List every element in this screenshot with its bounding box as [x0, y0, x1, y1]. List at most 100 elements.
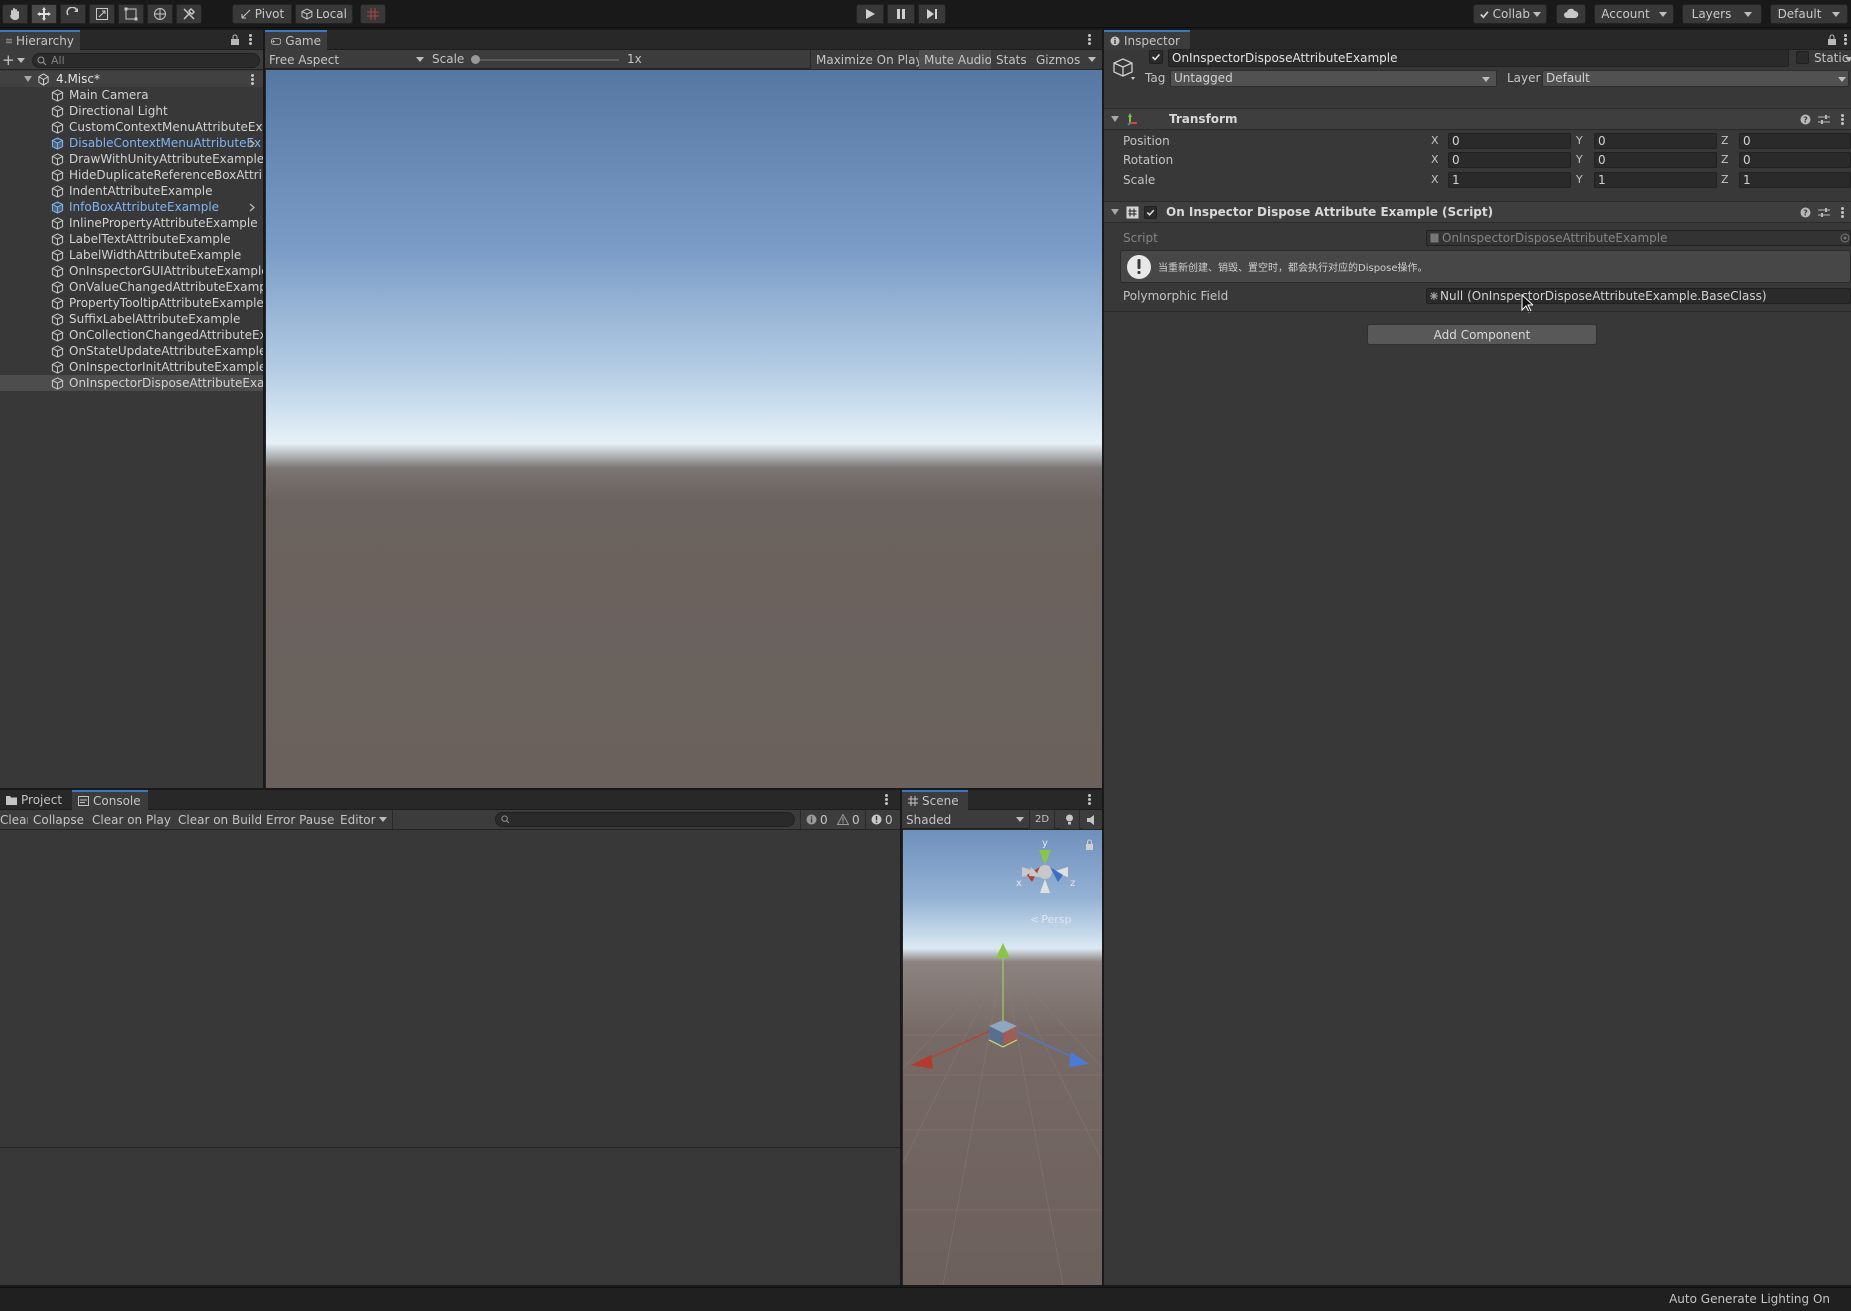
- pivot-toggle[interactable]: Pivot: [232, 4, 292, 24]
- gizmos-dropdown[interactable]: Gizmos: [1031, 50, 1102, 69]
- scale-slider-thumb[interactable]: [471, 55, 480, 64]
- grid-snap-button[interactable]: [360, 4, 386, 24]
- console-log-list[interactable]: [0, 830, 900, 1136]
- more-icon[interactable]: [885, 794, 889, 806]
- mute-audio-toggle[interactable]: Mute Audio: [919, 50, 998, 69]
- clear-on-play-toggle[interactable]: Clear on Play: [87, 810, 177, 829]
- console-search-input[interactable]: [495, 812, 795, 827]
- object-picker-icon[interactable]: [1840, 233, 1850, 243]
- scene-orientation-gizmo[interactable]: y x z: [1015, 834, 1099, 904]
- axis-y-label[interactable]: Y: [1576, 173, 1583, 186]
- preset-icon[interactable]: [1818, 207, 1830, 218]
- editor-dropdown[interactable]: Editor: [335, 810, 393, 829]
- projection-toggle[interactable]: < Persp: [1030, 913, 1071, 926]
- pause-button[interactable]: [887, 4, 915, 24]
- tab-console[interactable]: Console: [72, 790, 148, 810]
- hierarchy-item[interactable]: CustomContextMenuAttributeExam: [0, 119, 263, 135]
- hierarchy-item[interactable]: OnValueChangedAttributeExample: [0, 279, 263, 295]
- tag-dropdown[interactable]: Untagged: [1170, 70, 1497, 87]
- preset-icon[interactable]: [1818, 114, 1830, 125]
- scene-viewport[interactable]: y x z < Persp: [903, 830, 1102, 1285]
- step-button[interactable]: [918, 4, 946, 24]
- hierarchy-item[interactable]: OnStateUpdateAttributeExample: [0, 343, 263, 359]
- transform-y-field[interactable]: 1: [1594, 172, 1717, 188]
- layer-dropdown[interactable]: Default: [1542, 70, 1849, 87]
- gameobject-cube-icon[interactable]: [1112, 56, 1138, 82]
- chevron-right-icon[interactable]: [249, 139, 255, 148]
- collapse-toggle[interactable]: Collapse: [28, 810, 90, 829]
- tab-inspector[interactable]: Inspector: [1104, 30, 1190, 50]
- hierarchy-item[interactable]: HideDuplicateReferenceBoxAttribu: [0, 167, 263, 183]
- clear-on-build-toggle[interactable]: Clear on Build: [173, 810, 269, 829]
- transform-z-field[interactable]: 1: [1739, 172, 1851, 188]
- create-dropdown[interactable]: +: [2, 53, 25, 68]
- more-icon[interactable]: [1841, 207, 1845, 219]
- console-detail-area[interactable]: [0, 1148, 900, 1285]
- more-icon[interactable]: [251, 74, 255, 86]
- add-component-button[interactable]: Add Component: [1367, 324, 1597, 345]
- hierarchy-item[interactable]: SuffixLabelAttributeExample: [0, 311, 263, 327]
- axis-y-label[interactable]: Y: [1576, 153, 1583, 166]
- hierarchy-item[interactable]: Directional Light: [0, 103, 263, 119]
- lock-icon[interactable]: [1827, 34, 1837, 45]
- axis-x-label[interactable]: X: [1431, 134, 1439, 147]
- transform-y-field[interactable]: 0: [1594, 152, 1717, 168]
- component-enabled-checkbox[interactable]: [1144, 205, 1157, 219]
- more-icon[interactable]: [249, 34, 253, 46]
- script-object-field[interactable]: OnInspectorDisposeAttributeExample: [1426, 230, 1851, 246]
- transform-y-field[interactable]: 0: [1594, 133, 1717, 149]
- stats-toggle[interactable]: Stats: [991, 50, 1033, 69]
- transform-header[interactable]: Transform ?: [1104, 108, 1851, 130]
- hierarchy-item[interactable]: Main Camera: [0, 87, 263, 103]
- hierarchy-item[interactable]: OnInspectorInitAttributeExample: [0, 359, 263, 375]
- active-checkbox[interactable]: [1149, 50, 1163, 64]
- static-checkbox[interactable]: [1796, 51, 1809, 64]
- hierarchy-item[interactable]: PropertyTooltipAttributeExample: [0, 295, 263, 311]
- layout-dropdown[interactable]: Default: [1770, 4, 1848, 24]
- transform-z-field[interactable]: 0: [1739, 133, 1851, 149]
- help-icon[interactable]: ?: [1800, 207, 1811, 218]
- local-toggle[interactable]: Local: [295, 4, 353, 24]
- 2d-toggle[interactable]: 2D: [1029, 810, 1056, 829]
- hierarchy-item[interactable]: OnInspectorGUIAttributeExample: [0, 263, 263, 279]
- axis-z-label[interactable]: Z: [1721, 134, 1729, 147]
- axis-x-label[interactable]: X: [1431, 173, 1439, 186]
- maximize-on-play-toggle[interactable]: Maximize On Play: [810, 50, 929, 69]
- more-icon[interactable]: [1088, 34, 1092, 46]
- hierarchy-item[interactable]: LabelWidthAttributeExample: [0, 247, 263, 263]
- more-icon[interactable]: [1844, 34, 1848, 46]
- layers-dropdown[interactable]: Layers: [1682, 4, 1762, 24]
- axis-z-label[interactable]: Z: [1721, 173, 1729, 186]
- hierarchy-item[interactable]: OnCollectionChangedAttributeExar: [0, 327, 263, 343]
- transform-x-field[interactable]: 1: [1448, 172, 1571, 188]
- more-icon[interactable]: [1841, 114, 1845, 126]
- hierarchy-item[interactable]: InfoBoxAttributeExample: [0, 199, 263, 215]
- hierarchy-item[interactable]: DisableContextMenuAttributeEx: [0, 135, 263, 151]
- rect-tool-button[interactable]: [118, 4, 144, 24]
- rotate-tool-button[interactable]: [60, 4, 86, 24]
- polymorphic-field-value[interactable]: Null (OnInspectorDisposeAttributeExample…: [1426, 288, 1851, 304]
- tab-scene[interactable]: Scene: [902, 790, 968, 810]
- transform-z-field[interactable]: 0: [1739, 152, 1851, 168]
- hierarchy-item[interactable]: OnInspectorDisposeAttributeExamp: [0, 375, 263, 391]
- help-icon[interactable]: ?: [1800, 114, 1811, 125]
- script-component-header[interactable]: On Inspector Dispose Attribute Example (…: [1104, 201, 1851, 223]
- tab-project[interactable]: Project: [0, 790, 70, 810]
- hierarchy-item[interactable]: LabelTextAttributeExample: [0, 231, 263, 247]
- collab-dropdown[interactable]: Collab: [1473, 4, 1547, 24]
- transform-tool-button[interactable]: [147, 4, 173, 24]
- shading-dropdown[interactable]: Shaded: [906, 812, 1024, 827]
- chevron-down-icon[interactable]: [1845, 57, 1851, 62]
- scale-tool-button[interactable]: [89, 4, 115, 24]
- transform-x-field[interactable]: 0: [1448, 133, 1571, 149]
- game-viewport[interactable]: [266, 70, 1102, 788]
- scale-slider-track[interactable]: [471, 59, 619, 61]
- move-tool-button[interactable]: [31, 4, 57, 24]
- object-name-field[interactable]: OnInspectorDisposeAttributeExample: [1168, 49, 1789, 67]
- axis-x-label[interactable]: X: [1431, 153, 1439, 166]
- info-filter-toggle[interactable]: 0: [800, 810, 834, 829]
- scene-row[interactable]: 4.Misc*: [0, 71, 263, 87]
- hierarchy-item[interactable]: InlinePropertyAttributeExample: [0, 215, 263, 231]
- lighting-toggle[interactable]: [1060, 810, 1080, 829]
- audio-toggle[interactable]: [1082, 810, 1101, 829]
